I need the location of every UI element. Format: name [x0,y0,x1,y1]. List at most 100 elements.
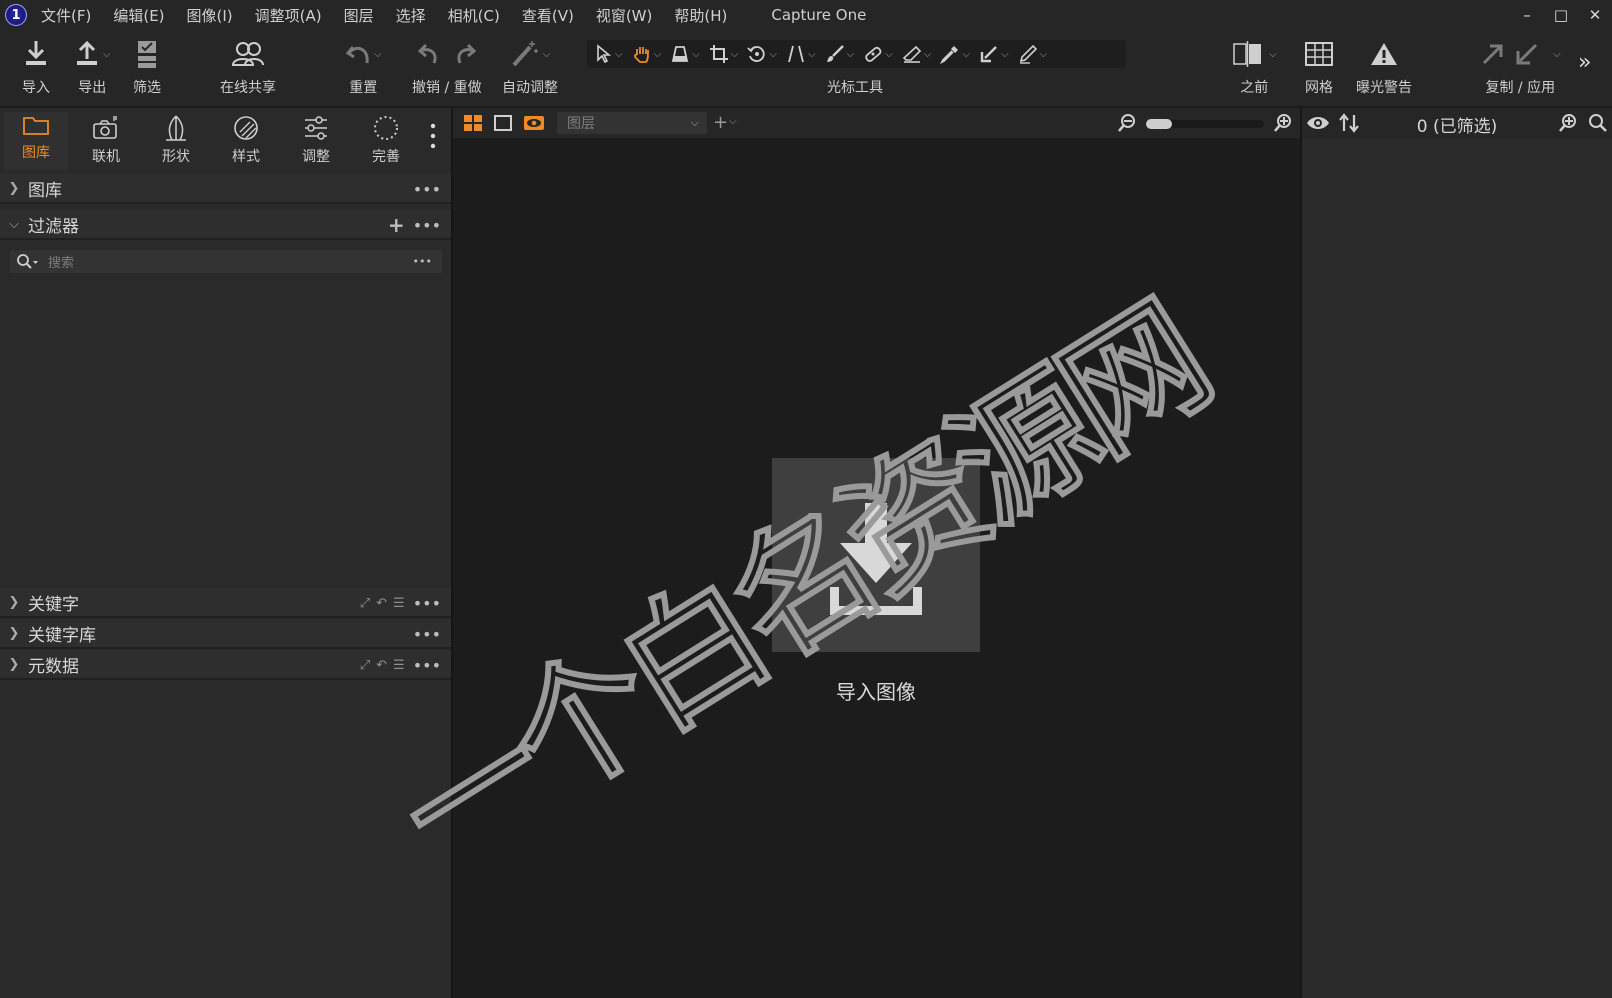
menu-adjustments[interactable]: 调整项(A) [255,5,322,26]
menu-image[interactable]: 图像(I) [187,5,233,26]
straighten-cursor-tool[interactable]: ⌵ [670,44,700,64]
menu-help[interactable]: 帮助(H) [674,5,727,26]
zoom-slider-handle[interactable] [1146,119,1172,129]
import-images-button[interactable] [772,458,980,652]
layer-select[interactable]: 图层 ⌵ [557,112,707,134]
chevron-right-icon: ❯ [8,625,20,641]
metadata-section-header[interactable]: ❯ 元数据 ⤢ ↶ ☰ ••• [0,650,451,680]
exposure-warning-button[interactable]: 曝光警告 [1356,38,1412,97]
expand-icon[interactable]: ⤢ [360,658,370,673]
more-options-icon[interactable]: ••• [413,180,441,199]
reset-arrow-icon: ⌵ [345,38,382,70]
menu-select[interactable]: 选择 [396,5,426,26]
grid-view-icon[interactable] [463,114,483,132]
heal-cursor-tool[interactable]: ⌵ [863,44,893,64]
grid-button[interactable]: 网格 [1304,38,1334,97]
chevron-down-icon: ⌵ [1553,48,1561,60]
add-layer-button[interactable]: + [713,112,728,133]
eye-icon[interactable] [1306,114,1330,132]
expand-icon[interactable]: ⤢ [360,596,370,611]
chevron-down-icon: ⌵ [885,48,893,60]
sliders-icon [305,116,327,140]
list-icon[interactable]: ☰ [393,596,405,611]
brush-icon [826,45,844,62]
export-button[interactable]: ⌵ 导出 [74,38,111,97]
single-view-icon[interactable] [493,114,513,132]
menu-edit[interactable]: 编辑(E) [113,5,164,26]
sort-icon[interactable] [1338,113,1360,133]
close-button[interactable]: ✕ [1578,0,1612,30]
tab-lens[interactable]: 形状 [144,114,208,166]
list-icon[interactable]: ☰ [393,658,405,673]
keystone-cursor-tool[interactable]: ⌵ [786,44,816,64]
toolbar-overflow-button[interactable]: » [1578,50,1591,75]
zoom-out-icon[interactable] [1117,113,1137,133]
undo-redo-icon [416,38,478,70]
search-more-icon[interactable]: ••• [413,255,432,268]
chevron-down-icon: ⌵ [807,48,816,60]
reset-icon[interactable]: ↶ [376,658,387,673]
reset-icon[interactable]: ↶ [376,596,387,611]
tab-refine[interactable]: 完善 [354,114,418,166]
apply-cursor-tool[interactable]: ⌵ [979,44,1009,64]
reset-button[interactable]: ⌵ 重置 [345,38,382,97]
keyword-library-section-title: 关键字库 [28,625,96,646]
cursor-tools-label: 光标工具 [827,80,883,96]
more-options-icon[interactable]: ••• [413,594,441,613]
tab-refine-label: 完善 [372,149,400,165]
chevron-right-icon: ❯ [8,180,20,196]
copy-apply-button[interactable]: ⌵ 复制 / 应用 [1480,38,1561,97]
magic-wand-icon: ⌵ [510,38,550,70]
zoom-in-icon[interactable] [1273,113,1293,133]
copy-apply-label: 复制 / 应用 [1485,80,1556,96]
library-section-header[interactable]: ❯ 图库 ••• [0,174,451,204]
tab-styles[interactable]: 样式 [214,114,278,166]
import-button[interactable]: 导入 [22,38,50,97]
share-online-button[interactable]: 在线共享 [220,38,276,97]
browser-zoom-icon[interactable] [1558,113,1578,133]
brush-cursor-tool[interactable]: ⌵ [825,44,854,64]
kebab-menu-icon[interactable] [430,122,436,156]
filters-section-header[interactable]: ⌵ 过滤器 + ••• [0,210,451,240]
menu-window[interactable]: 视窗(W) [596,5,653,26]
chevron-down-icon: ⌵ [730,48,739,60]
grid-label: 网格 [1305,80,1333,96]
menu-view[interactable]: 查看(V) [522,5,574,26]
more-options-icon[interactable]: ••• [413,216,441,235]
menu-layers[interactable]: 图层 [344,5,374,26]
color-picker-cursor-tool[interactable]: ⌵ [940,44,970,64]
filter-search-field[interactable]: 搜索 ••• [10,250,442,273]
search-placeholder: 搜索 [48,256,75,271]
export-label: 导出 [78,80,107,96]
tab-tethered[interactable]: 联机 [74,114,138,166]
before-button[interactable]: ⌵ 之前 [1232,38,1277,97]
pan-cursor-tool[interactable]: ⌵ [632,44,661,64]
filter-button[interactable]: 筛选 [133,38,161,97]
annotate-cursor-tool[interactable]: ⌵ [1018,44,1047,64]
lens-shape-icon [166,115,186,141]
maximize-button[interactable]: □ [1544,0,1578,30]
minimize-button[interactable]: – [1510,0,1544,30]
cursor-tools-strip: ⌵ ⌵ ⌵ ⌵ ⌵ ⌵ ⌵ ⌵ ⌵ ⌵ ⌵ ⌵ [587,40,1126,68]
undo-redo-button[interactable]: 撤销 / 重做 [412,38,482,97]
menu-camera[interactable]: 相机(C) [448,5,500,26]
tab-library-label: 图库 [22,145,50,161]
crop-icon [709,45,728,63]
keyword-library-section-header[interactable]: ❯ 关键字库 ••• [0,619,451,649]
eye-view-icon[interactable] [523,114,545,132]
search-icon [17,253,38,269]
search-icon[interactable] [1588,113,1608,133]
tab-adjust[interactable]: 调整 [284,114,348,166]
more-options-icon[interactable]: ••• [413,656,441,675]
tab-library[interactable]: 图库 [4,112,68,170]
perspective-icon [788,45,804,63]
erase-cursor-tool[interactable]: ⌵ [902,44,931,64]
auto-adjust-button[interactable]: ⌵ 自动调整 [502,38,558,97]
more-options-icon[interactable]: ••• [413,625,441,644]
menu-file[interactable]: 文件(F) [41,5,91,26]
add-filter-icon[interactable]: + [388,213,405,237]
rotate-cursor-tool[interactable]: ⌵ [747,44,777,64]
keywords-section-header[interactable]: ❯ 关键字 ⤢ ↶ ☰ ••• [0,588,451,618]
select-cursor-tool[interactable]: ⌵ [595,44,623,64]
crop-cursor-tool[interactable]: ⌵ [709,44,739,64]
